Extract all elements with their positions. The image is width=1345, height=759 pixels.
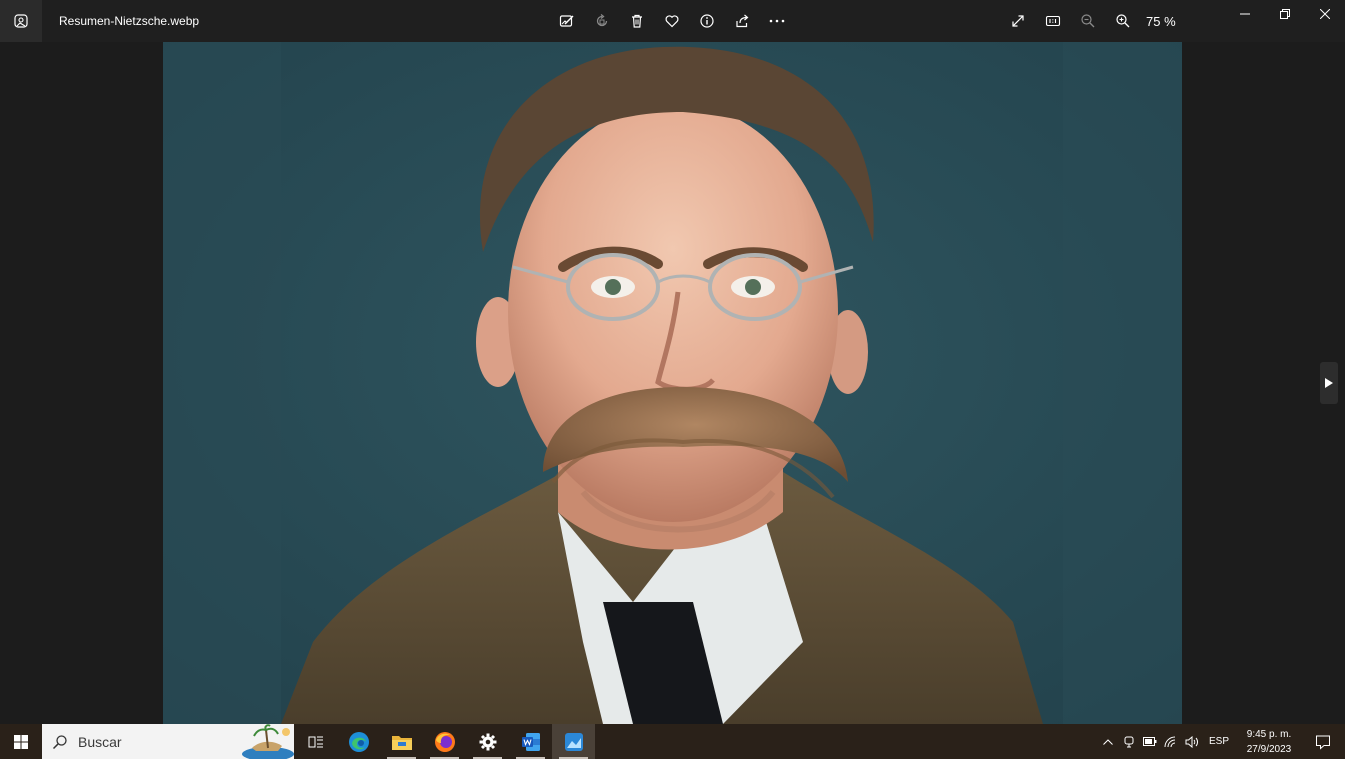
- chevron-right-icon: [1325, 378, 1333, 388]
- system-tray: ESP 9:45 p. m. 27/9/2023: [1098, 724, 1345, 759]
- start-button[interactable]: [0, 724, 42, 759]
- edge-icon: [348, 731, 369, 752]
- taskbar: Buscar ESP 9:45 p. m. 27/9/2023: [0, 724, 1345, 759]
- task-view-button[interactable]: [294, 724, 337, 759]
- battery-button[interactable]: [1140, 724, 1161, 759]
- window-controls: [1225, 0, 1345, 28]
- title-bar: Resumen-Nietzsche.webp 75 %: [0, 0, 1345, 42]
- info-icon: [699, 14, 714, 28]
- actual-size-button[interactable]: [1035, 0, 1070, 42]
- more-options-button[interactable]: [759, 0, 794, 42]
- photos-app-icon: [0, 0, 42, 42]
- notification-center-button[interactable]: [1301, 724, 1345, 759]
- restore-button[interactable]: [1265, 0, 1305, 28]
- minimize-icon: [1240, 13, 1250, 15]
- windows-logo-icon: [14, 734, 28, 749]
- meet-now-button[interactable]: [1119, 724, 1140, 759]
- fullscreen-button[interactable]: [1000, 0, 1035, 42]
- rotate-button[interactable]: [584, 0, 619, 42]
- search-highlight-icon: [242, 724, 294, 759]
- file-name: Resumen-Nietzsche.webp: [59, 14, 200, 28]
- file-explorer-taskbar-button[interactable]: [380, 724, 423, 759]
- word-icon: [521, 732, 540, 751]
- file-explorer-icon: [391, 735, 412, 750]
- battery-icon: [1143, 737, 1157, 746]
- input-language[interactable]: ESP: [1209, 736, 1229, 747]
- close-icon: [1320, 9, 1330, 19]
- zoom-out-button[interactable]: [1070, 0, 1105, 42]
- actual-size-icon: [1045, 15, 1060, 27]
- zoom-out-icon: [1080, 14, 1094, 28]
- photos-taskbar-button[interactable]: [552, 724, 595, 759]
- clock-date: 27/9/2023: [1246, 743, 1292, 755]
- portrait-photo: [163, 42, 1182, 724]
- zoom-level[interactable]: 75 %: [1146, 14, 1176, 29]
- command-bar: [549, 0, 794, 42]
- rotate-icon: [596, 13, 607, 27]
- info-button[interactable]: [689, 0, 724, 42]
- fullscreen-icon: [1011, 15, 1024, 27]
- close-button[interactable]: [1305, 0, 1345, 28]
- search-placeholder: Buscar: [78, 733, 122, 750]
- view-controls: 75 %: [1000, 0, 1176, 42]
- settings-icon: [479, 733, 496, 750]
- wifi-icon: [1164, 736, 1176, 747]
- edit-image-icon: [559, 15, 573, 27]
- share-button[interactable]: [724, 0, 759, 42]
- photos-icon: [564, 732, 583, 751]
- zoom-in-button[interactable]: [1105, 0, 1140, 42]
- restore-icon: [1280, 9, 1290, 19]
- edge-taskbar-button[interactable]: [337, 724, 380, 759]
- taskbar-search[interactable]: Buscar: [42, 724, 294, 759]
- edit-image-button[interactable]: [549, 0, 584, 42]
- clock-time: 9:45 p. m.: [1246, 728, 1292, 740]
- photos-app-window: Resumen-Nietzsche.webp 75 % Buscar ESP 9…: [0, 0, 1345, 759]
- zoom-in-icon: [1115, 14, 1129, 28]
- firefox-icon: [434, 731, 455, 752]
- search-icon: [52, 734, 67, 749]
- network-button[interactable]: [1161, 724, 1182, 759]
- webcam-icon: [1124, 736, 1134, 747]
- delete-icon: [631, 14, 642, 28]
- delete-button[interactable]: [619, 0, 654, 42]
- minimize-button[interactable]: [1225, 0, 1265, 28]
- speaker-icon: [1185, 735, 1199, 748]
- task-view-icon: [308, 736, 323, 747]
- notification-icon: [1316, 735, 1330, 750]
- firefox-taskbar-button[interactable]: [423, 724, 466, 759]
- volume-button[interactable]: [1182, 724, 1203, 759]
- show-hidden-icons-button[interactable]: [1098, 724, 1119, 759]
- share-icon: [735, 14, 748, 28]
- word-taskbar-button[interactable]: [509, 724, 552, 759]
- more-icon: [769, 19, 784, 23]
- clock[interactable]: 9:45 p. m. 27/9/2023: [1237, 727, 1301, 757]
- favorite-button[interactable]: [654, 0, 689, 42]
- settings-taskbar-button[interactable]: [466, 724, 509, 759]
- next-image-button[interactable]: [1320, 362, 1338, 404]
- chevron-up-icon: [1103, 738, 1114, 745]
- image-viewer: [0, 42, 1345, 724]
- favorite-icon: [665, 15, 678, 28]
